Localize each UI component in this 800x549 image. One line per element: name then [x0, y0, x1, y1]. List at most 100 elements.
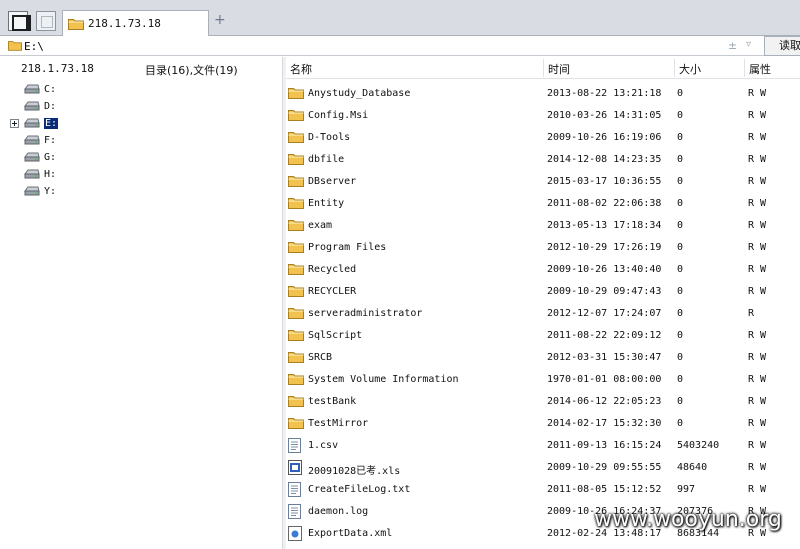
file-attr: R W — [748, 154, 767, 165]
file-row[interactable]: 20091028已考.xls 2009-10-29 09:55:55 48640 R … — [286, 456, 800, 478]
file-attr: R W — [748, 374, 767, 385]
file-row[interactable]: SqlScript 2011-08-22 22:09:12 0 R W — [286, 324, 800, 346]
drive-item[interactable]: Y: — [24, 183, 84, 199]
folder-icon — [288, 396, 304, 407]
add-tab-button[interactable]: + — [214, 12, 226, 28]
file-size: 0 — [677, 110, 684, 121]
folder-icon — [288, 198, 304, 209]
address-bar: ± ▿ 读取 — [0, 36, 800, 56]
file-row[interactable]: TestMirror 2014-02-17 15:32:30 0 R W — [286, 412, 800, 434]
file-attr: R W — [748, 110, 767, 121]
file-size: 997 — [677, 484, 696, 495]
new-window-icon[interactable] — [36, 11, 56, 31]
directory-tree-pane: 218.1.73.18 目录(16),文件(19) C: D: E: F: G: H: Y: — [0, 57, 282, 549]
file-attr: R W — [748, 198, 767, 209]
file-time: 2014-06-12 22:05:23 — [547, 396, 662, 407]
file-attr: R W — [748, 330, 767, 341]
file-row[interactable]: dbfile 2014-12-08 14:23:35 0 R W — [286, 148, 800, 170]
file-size: 0 — [677, 198, 684, 209]
file-row[interactable]: exam 2013-05-13 17:18:34 0 R W — [286, 214, 800, 236]
file-time: 2011-08-02 22:06:38 — [547, 198, 662, 209]
file-attr: R — [748, 308, 755, 319]
folder-icon — [68, 19, 84, 30]
file-attr: R W — [748, 88, 767, 99]
drive-item[interactable]: C: — [24, 81, 84, 97]
folder-icon — [288, 154, 304, 165]
file-size: 0 — [677, 220, 684, 231]
drive-label: Y: — [44, 185, 57, 197]
file-attr: R W — [748, 176, 767, 187]
file-name: Entity — [308, 198, 345, 209]
file-time: 2009-10-26 16:19:06 — [547, 132, 662, 143]
file-size: 0 — [677, 418, 684, 429]
file-list-header: 名称 时间 大小 属性 — [286, 57, 800, 79]
folder-icon — [288, 132, 304, 143]
file-row[interactable]: Config.Msi 2010-03-26 14:31:05 0 R W — [286, 104, 800, 126]
drive-item[interactable]: H: — [24, 166, 84, 182]
file-time: 2009-10-29 09:47:43 — [547, 286, 662, 297]
file-list: 名称 时间 大小 属性 Anystudy_Database 2013-08-22 … — [286, 57, 800, 549]
file-time: 2010-03-26 14:31:05 — [547, 110, 662, 121]
folder-icon — [288, 110, 304, 121]
text-file-icon — [288, 482, 301, 497]
file-row[interactable]: Entity 2011-08-02 22:06:38 0 R W — [286, 192, 800, 214]
tab-bar: 218.1.73.18 + — [0, 0, 800, 36]
file-size: 0 — [677, 88, 684, 99]
file-attr: R W — [748, 484, 767, 495]
file-size: 0 — [677, 154, 684, 165]
file-name: Recycled — [308, 264, 357, 275]
column-header-time[interactable]: 时间 — [544, 61, 570, 77]
file-row[interactable]: DBserver 2015-03-17 10:36:55 0 R W — [286, 170, 800, 192]
file-row[interactable]: serveradministrator 2012-12-07 17:24:07 0 R — [286, 302, 800, 324]
column-header-attr[interactable]: 属性 — [745, 61, 771, 77]
file-name: exam — [308, 220, 333, 231]
file-time: 2012-03-31 15:30:47 — [547, 352, 662, 363]
path-input[interactable] — [24, 37, 734, 55]
file-attr: R W — [748, 352, 767, 363]
read-button[interactable]: 读取 — [764, 36, 800, 56]
hard-drive-icon — [24, 84, 40, 94]
add-bookmark-icon[interactable]: ± — [728, 39, 737, 52]
file-name: Program Files — [308, 242, 387, 253]
drive-item[interactable]: E: — [24, 115, 84, 131]
file-row[interactable]: 1.csv 2011-09-13 16:15:24 5403240 R W — [286, 434, 800, 456]
file-size: 0 — [677, 330, 684, 341]
file-row[interactable]: RECYCLER 2009-10-29 09:47:43 0 R W — [286, 280, 800, 302]
file-name: 20091028已考.xls — [308, 466, 401, 477]
file-name: D-Tools — [308, 132, 351, 143]
file-name: ExportData.xml — [308, 528, 393, 539]
file-row[interactable]: CreateFileLog.txt 2011-08-05 15:12:52 997 R… — [286, 478, 800, 500]
file-size: 5403240 — [677, 440, 720, 451]
file-time: 2013-08-22 13:21:18 — [547, 88, 662, 99]
folder-icon — [8, 41, 22, 51]
folder-icon — [288, 418, 304, 429]
file-row[interactable]: SRCB 2012-03-31 15:30:47 0 R W — [286, 346, 800, 368]
sidebar-toggle-icon[interactable] — [8, 11, 31, 31]
file-row[interactable]: System Volume Information 1970-01-01 08:0… — [286, 368, 800, 390]
hard-drive-icon — [24, 186, 40, 196]
file-size: 0 — [677, 374, 684, 385]
file-row[interactable]: Recycled 2009-10-26 13:40:40 0 R W — [286, 258, 800, 280]
column-header-name[interactable]: 名称 — [286, 61, 312, 77]
tab-host[interactable]: 218.1.73.18 — [62, 10, 209, 36]
file-size: 0 — [677, 132, 684, 143]
expand-icon[interactable] — [10, 119, 19, 128]
file-attr: R W — [748, 286, 767, 297]
watermark: www.wooyun.org — [594, 507, 782, 532]
drive-item[interactable]: F: — [24, 132, 84, 148]
drive-item[interactable]: G: — [24, 149, 84, 165]
host-label: 218.1.73.18 — [21, 62, 94, 75]
file-row[interactable]: D-Tools 2009-10-26 16:19:06 0 R W — [286, 126, 800, 148]
file-row[interactable]: Program Files 2012-10-29 17:26:19 0 R W — [286, 236, 800, 258]
folder-icon — [288, 264, 304, 275]
chevron-down-icon[interactable]: ▿ — [746, 39, 751, 50]
file-time: 2009-10-29 09:55:55 — [547, 462, 662, 473]
drive-item[interactable]: D: — [24, 98, 84, 114]
file-size: 0 — [677, 396, 684, 407]
file-row[interactable]: Anystudy_Database 2013-08-22 13:21:18 0 R W — [286, 82, 800, 104]
file-row[interactable]: testBank 2014-06-12 22:05:23 0 R W — [286, 390, 800, 412]
folder-icon — [288, 374, 304, 385]
column-header-size[interactable]: 大小 — [675, 61, 701, 77]
folder-icon — [288, 286, 304, 297]
folder-icon — [288, 308, 304, 319]
